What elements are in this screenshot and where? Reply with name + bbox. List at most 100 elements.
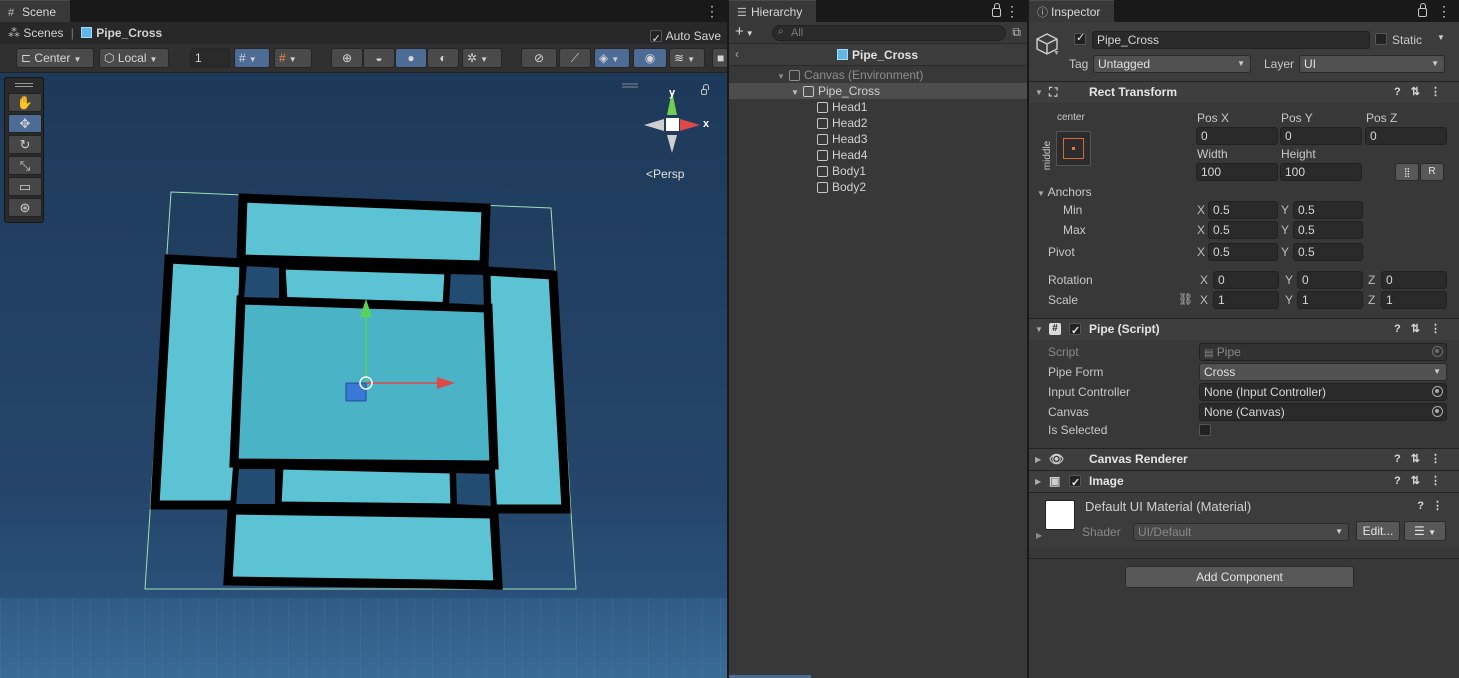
scene-menu-icon[interactable]: ⋮ bbox=[705, 0, 719, 22]
perspective-toggle[interactable]: <Persp bbox=[646, 167, 684, 181]
active-checkbox[interactable] bbox=[1074, 31, 1086, 45]
space-mode-dropdown[interactable]: ⬡ Local ▼ bbox=[99, 48, 169, 68]
add-component-button[interactable]: Add Component bbox=[1125, 566, 1354, 588]
component-actions[interactable]: ?⇅⋮ bbox=[1394, 319, 1451, 340]
presets-icon[interactable]: ⇅ bbox=[1411, 453, 1430, 465]
fold-arrow-icon[interactable]: ▼ bbox=[1035, 319, 1043, 340]
breadcrumb-current[interactable]: Pipe_Cross bbox=[96, 26, 162, 40]
lock-icon[interactable] bbox=[1418, 3, 1427, 17]
fold-arrow-icon[interactable]: ▶ bbox=[1035, 471, 1041, 492]
pos-x-field[interactable]: 0 bbox=[1196, 127, 1278, 145]
tab-inspector[interactable]: ⓘ Inspector bbox=[1029, 0, 1115, 22]
tree-item-canvas[interactable]: ▼ Canvas (Environment) bbox=[729, 67, 1027, 83]
fold-arrow-icon[interactable]: ▶ bbox=[1035, 449, 1041, 470]
debug-draw-dropdown[interactable]: ✲ ▼ bbox=[462, 48, 502, 68]
rotate-tool-button[interactable]: ↻ bbox=[8, 135, 42, 154]
wireframe-button[interactable]: ⊕ bbox=[331, 48, 363, 68]
layer-dropdown[interactable]: UI ▼ bbox=[1299, 55, 1445, 73]
tab-hierarchy[interactable]: ☰ Hierarchy bbox=[729, 0, 817, 22]
icon-dropdown-caret[interactable]: ▼ bbox=[1053, 50, 1060, 57]
hand-tool-button[interactable]: ✋ bbox=[8, 93, 42, 112]
rotation-x-field[interactable]: 0 bbox=[1213, 271, 1279, 289]
tree-item-head2[interactable]: Head2 bbox=[729, 115, 1027, 131]
anchor-presets-button[interactable] bbox=[1056, 131, 1091, 166]
shaded-wireframe-button[interactable]: ◒ bbox=[363, 48, 395, 68]
fold-arrow-icon[interactable]: ▼ bbox=[1035, 82, 1043, 103]
rotation-z-field[interactable]: 0 bbox=[1381, 271, 1447, 289]
help-icon[interactable]: ? bbox=[1394, 86, 1411, 98]
lock-icon[interactable] bbox=[992, 3, 1001, 17]
tag-dropdown[interactable]: Untagged ▼ bbox=[1093, 55, 1251, 73]
pivot-y-field[interactable]: 0.5 bbox=[1293, 243, 1363, 261]
component-actions[interactable]: ?⇅⋮ bbox=[1394, 449, 1451, 470]
pipe-form-dropdown[interactable]: Cross ▼ bbox=[1199, 363, 1447, 381]
scale-y-field[interactable]: 1 bbox=[1297, 291, 1363, 309]
tab-scene[interactable]: # Scene bbox=[0, 0, 71, 22]
rect-transform-header[interactable]: ▼ ⛶ Rect Transform ?⇅⋮ bbox=[1029, 81, 1459, 103]
increment-snap-toggle[interactable]: # ▼ bbox=[274, 48, 312, 68]
component-menu-icon[interactable]: ⋮ bbox=[1430, 453, 1451, 465]
blueprint-mode-button[interactable]: ⣿ bbox=[1395, 163, 1419, 181]
rotation-y-field[interactable]: 0 bbox=[1297, 271, 1363, 289]
anchor-max-y-field[interactable]: 0.5 bbox=[1293, 221, 1363, 239]
material-preview[interactable] bbox=[1045, 500, 1075, 530]
component-menu-icon[interactable]: ⋮ bbox=[1430, 475, 1451, 487]
help-icon[interactable]: ? bbox=[1417, 500, 1432, 512]
scale-z-field[interactable]: 1 bbox=[1381, 291, 1447, 309]
scale-x-field[interactable]: 1 bbox=[1213, 291, 1279, 309]
tree-item-head4[interactable]: Head4 bbox=[729, 147, 1027, 163]
pipe-script-header[interactable]: ▼ # Pipe (Script) ?⇅⋮ bbox=[1029, 318, 1459, 342]
inspector-menu-icon[interactable]: ⋮ bbox=[1437, 0, 1451, 22]
component-actions[interactable]: ?⇅⋮ bbox=[1394, 82, 1451, 103]
move-tool-button[interactable]: ✥ bbox=[8, 114, 42, 133]
rect-tool-button[interactable]: ▭ bbox=[8, 177, 42, 196]
edit-shader-button[interactable]: Edit... bbox=[1356, 521, 1400, 541]
component-actions[interactable]: ?⇅⋮ bbox=[1394, 471, 1451, 492]
static-checkbox[interactable] bbox=[1375, 33, 1387, 45]
hierarchy-search-input[interactable]: ⌕ All bbox=[772, 25, 1006, 41]
shaded-button[interactable]: ● bbox=[395, 48, 427, 68]
link-scale-icon[interactable]: ⛓ bbox=[1178, 292, 1193, 306]
effects-dropdown[interactable]: ◈ ▼ bbox=[594, 48, 630, 68]
shader-dropdown[interactable]: UI/Default ▼ bbox=[1133, 523, 1349, 541]
tree-item-head3[interactable]: Head3 bbox=[729, 131, 1027, 147]
unlit-button[interactable]: ◐ bbox=[427, 48, 459, 68]
2d-toggle[interactable]: ⊘ bbox=[521, 48, 557, 68]
canvas-renderer-header[interactable]: ▶ 👁 Canvas Renderer ?⇅⋮ bbox=[1029, 448, 1459, 470]
presets-icon[interactable]: ⇅ bbox=[1411, 475, 1430, 487]
search-options-icon[interactable]: ⧉ bbox=[1012, 25, 1021, 40]
pos-z-field[interactable]: 0 bbox=[1365, 127, 1447, 145]
scene-layers-dropdown[interactable]: ≋ ▼ bbox=[669, 48, 705, 68]
image-header[interactable]: ▶ ▣ Image ?⇅⋮ bbox=[1029, 470, 1459, 494]
input-controller-field[interactable]: None (Input Controller) bbox=[1199, 383, 1447, 401]
breadcrumb-root[interactable]: Scenes bbox=[23, 26, 63, 40]
scene-viewport[interactable]: y x <Persp bbox=[0, 73, 727, 678]
presets-icon[interactable]: ⇅ bbox=[1411, 323, 1430, 335]
static-dropdown-caret[interactable]: ▼ bbox=[1437, 33, 1445, 42]
object-name-field[interactable]: Pipe_Cross bbox=[1092, 31, 1370, 49]
anchor-min-y-field[interactable]: 0.5 bbox=[1293, 201, 1363, 219]
material-menu-icon[interactable]: ⋮ bbox=[1432, 500, 1451, 512]
height-field[interactable]: 100 bbox=[1280, 163, 1362, 181]
help-icon[interactable]: ? bbox=[1394, 475, 1411, 487]
palette-grip[interactable] bbox=[15, 83, 33, 84]
anchors-foldout[interactable]: ▼ Anchors bbox=[1037, 185, 1092, 199]
grid-size-field[interactable]: 1 bbox=[190, 48, 230, 68]
anchor-max-x-field[interactable]: 0.5 bbox=[1208, 221, 1278, 239]
fold-arrow-icon[interactable]: ▶ bbox=[1036, 531, 1042, 540]
material-actions[interactable]: ?⋮ bbox=[1417, 499, 1451, 512]
back-arrow-icon[interactable]: ‹ bbox=[735, 47, 739, 61]
pipe-enabled-checkbox[interactable] bbox=[1069, 321, 1081, 342]
canvas-field[interactable]: None (Canvas) bbox=[1199, 403, 1447, 421]
help-icon[interactable]: ? bbox=[1394, 323, 1411, 335]
visibility-toggle[interactable]: ◉ bbox=[633, 48, 667, 68]
create-button[interactable]: + ▼ bbox=[735, 23, 754, 40]
anchor-min-x-field[interactable]: 0.5 bbox=[1208, 201, 1278, 219]
tree-item-head1[interactable]: Head1 bbox=[729, 99, 1027, 115]
camera-settings-button[interactable]: ■ bbox=[712, 48, 727, 68]
audio-toggle[interactable]: ⟋ bbox=[559, 48, 591, 68]
help-icon[interactable]: ? bbox=[1394, 453, 1411, 465]
hierarchy-menu-icon[interactable]: ⋮ bbox=[1005, 0, 1019, 22]
pos-y-field[interactable]: 0 bbox=[1280, 127, 1362, 145]
tree-item-body1[interactable]: Body1 bbox=[729, 163, 1027, 179]
